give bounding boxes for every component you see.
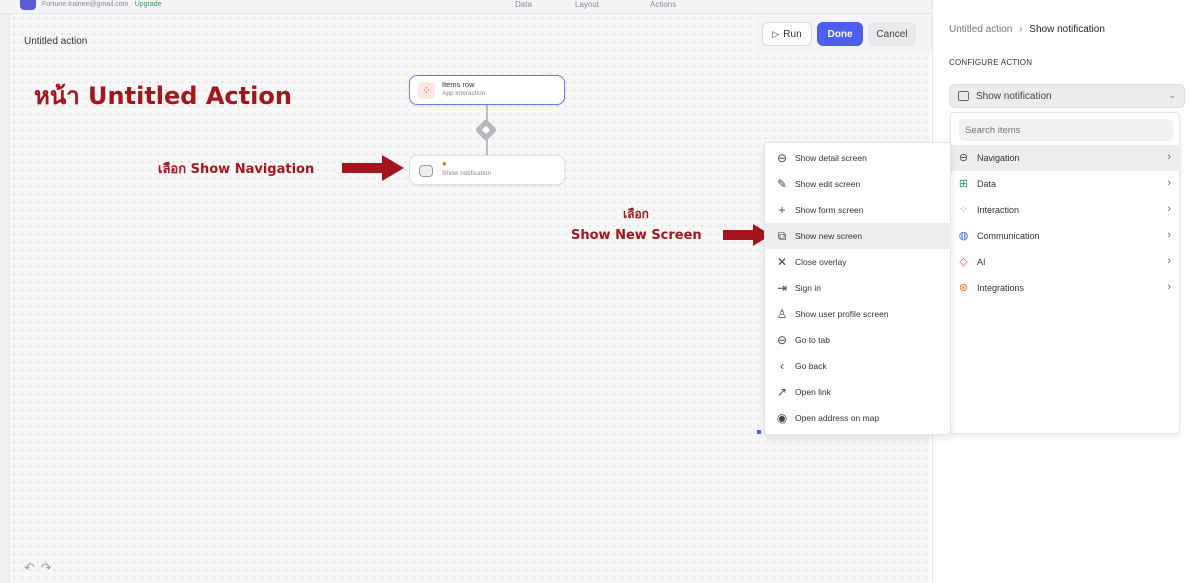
section-title: CONFIGURE ACTION — [949, 58, 1033, 67]
navigation-icon: ⊖ — [958, 152, 969, 164]
node-subtitle: Show notification — [442, 170, 492, 177]
user-icon: ♙ — [776, 307, 788, 321]
node-title: Items row — [442, 80, 475, 89]
notification-icon — [958, 91, 969, 101]
chevron-right-icon: › — [1167, 255, 1171, 267]
menu-item-show-form-screen[interactable]: + Show form screen — [765, 197, 951, 223]
flow-node-trigger[interactable]: ⁘ Items row App interaction — [409, 75, 565, 105]
annotation-pick-screen: Show New Screen — [571, 228, 702, 243]
menu-item-sign-in[interactable]: ⇥ Sign in — [765, 275, 951, 301]
cancel-button[interactable]: Cancel — [868, 22, 916, 46]
breadcrumb: Untitled action › Show notification — [949, 24, 1105, 35]
interaction-icon: ⁘ — [958, 204, 969, 216]
chevron-down-icon: ⌄ — [1168, 90, 1176, 100]
menu-item-close-overlay[interactable]: ✕ Close overlay — [765, 249, 951, 275]
flow-connector — [486, 138, 488, 156]
category-data[interactable]: ⊞ Data › — [951, 171, 1181, 197]
chevron-right-icon: › — [1167, 151, 1171, 163]
category-integrations[interactable]: ⊛ Integrations › — [951, 275, 1181, 301]
selection-handle — [757, 430, 761, 434]
menu-item-go-to-tab[interactable]: ⊖ Go to tab — [765, 327, 951, 353]
breadcrumb-current: Show notification — [1029, 24, 1105, 35]
pencil-icon: ✎ — [776, 177, 788, 191]
annotation-pick-navigation: เลือก Show Navigation — [158, 162, 315, 177]
redo-icon[interactable]: ↷ — [41, 560, 58, 575]
notification-icon — [419, 165, 433, 177]
run-button[interactable]: ▷ Run — [762, 22, 812, 46]
external-link-icon: ↗ — [776, 385, 788, 399]
search-input[interactable] — [959, 119, 1173, 141]
chevron-right-icon: › — [1167, 229, 1171, 241]
arrow-circle-icon: ⊖ — [776, 151, 788, 165]
sign-in-icon: ⇥ — [776, 281, 788, 295]
chevron-left-icon: ‹ — [780, 359, 784, 373]
arrow-circle-icon: ⊖ — [776, 333, 788, 347]
plus-icon: + — [778, 203, 786, 217]
interaction-icon: ⁘ — [418, 82, 435, 99]
chevron-right-icon: › — [1167, 177, 1171, 189]
annotation-arrow — [342, 155, 404, 181]
category-communication[interactable]: ◍ Communication › — [951, 223, 1181, 249]
category-navigation[interactable]: ⊖ Navigation › — [951, 145, 1181, 171]
app-logo-icon[interactable] — [20, 0, 36, 10]
menu-item-open-address-on-map[interactable]: ◉ Open address on map — [765, 405, 951, 431]
menu-item-open-link[interactable]: ↗ Open link — [765, 379, 951, 405]
user-email: Fortune.trainee@gmail.com · Upgrade — [42, 1, 162, 8]
node-subtitle: App interaction — [442, 90, 486, 97]
flow-node-action[interactable]: ● Show notification — [409, 155, 565, 185]
undo-redo: ↶↷ — [24, 560, 58, 576]
map-pin-icon: ◉ — [776, 411, 788, 425]
category-interaction[interactable]: ⁘ Interaction › — [951, 197, 1181, 223]
navigation-submenu: ⊖ Show detail screen ✎ Show edit screen + S… — [764, 142, 951, 435]
integrations-icon: ⊛ — [958, 282, 969, 294]
chevron-right-icon: › — [1167, 281, 1171, 293]
menu-item-show-edit-screen[interactable]: ✎ Show edit screen — [765, 171, 951, 197]
menu-item-go-back[interactable]: ‹ Go back — [765, 353, 951, 379]
chevron-right-icon: › — [1167, 203, 1171, 215]
undo-icon[interactable]: ↶ — [24, 560, 41, 575]
tab-actions[interactable]: Actions — [650, 0, 676, 9]
breadcrumb-root[interactable]: Untitled action — [949, 24, 1012, 35]
globe-icon: ◍ — [958, 230, 969, 242]
done-button[interactable]: Done — [817, 22, 863, 46]
play-icon: ▷ — [772, 28, 780, 39]
annotation-pick-label: เลือก — [623, 207, 649, 221]
action-category-dropdown: ⊖ Navigation› ⊞ Data› ⁘ Interaction› ◍ C… — [950, 112, 1181, 434]
menu-item-show-user-profile[interactable]: ♙ Show user profile screen — [765, 301, 951, 327]
screenshot: Fortune.trainee@gmail.com · Upgrade Data… — [0, 0, 1192, 583]
annotation-page-title: หน้า Untitled Action — [34, 82, 292, 110]
left-rail — [0, 14, 10, 583]
action-type-select[interactable]: Show notification ⌄ — [949, 84, 1185, 108]
data-icon: ⊞ — [958, 178, 969, 190]
node-title: ● — [442, 159, 447, 168]
tab-layout[interactable]: Layout — [575, 0, 599, 9]
menu-item-show-detail-screen[interactable]: ⊖ Show detail screen — [765, 145, 951, 171]
canvas-title: Untitled action — [24, 36, 88, 47]
tab-data[interactable]: Data — [515, 0, 532, 9]
new-screen-icon: ⧉ — [777, 229, 787, 243]
category-ai[interactable]: ◇ AI › — [951, 249, 1181, 275]
ai-icon: ◇ — [959, 256, 968, 268]
menu-item-show-new-screen[interactable]: ⧉ Show new screen — [765, 223, 951, 249]
app-header: Fortune.trainee@gmail.com · Upgrade Data… — [0, 0, 940, 14]
upgrade-link[interactable]: Upgrade — [135, 1, 162, 8]
close-icon: ✕ — [776, 255, 788, 269]
